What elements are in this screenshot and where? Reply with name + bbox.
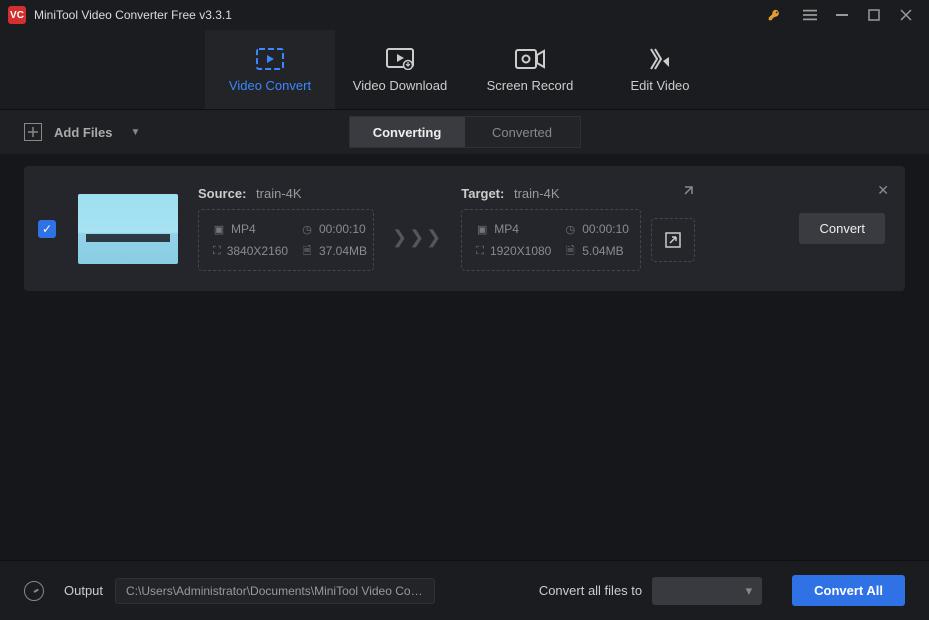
minimize-icon[interactable]: [835, 8, 849, 22]
download-icon: [386, 46, 414, 72]
video-thumbnail[interactable]: [78, 194, 178, 264]
source-duration: 00:00:10: [319, 222, 366, 236]
main-nav: Video Convert Video Download Screen Reco…: [0, 30, 929, 110]
edit-target-button[interactable]: [651, 218, 695, 262]
app-logo: VC: [8, 6, 26, 24]
task-list: ✓ Source: train-4K ▣ MP4 ◷ 00:00:10 ⛶ 3840X…: [0, 154, 929, 548]
convert-icon: [256, 46, 284, 72]
target-name: train-4K: [514, 186, 560, 201]
remove-task-icon[interactable]: ✕: [877, 182, 889, 199]
tab-edit-video[interactable]: Edit Video: [595, 30, 725, 109]
chevron-down-icon: ▾: [746, 583, 753, 599]
task-card: ✓ Source: train-4K ▣ MP4 ◷ 00:00:10 ⛶ 3840X…: [24, 166, 905, 291]
close-icon[interactable]: [899, 8, 913, 22]
edit-video-icon: [647, 46, 673, 72]
app-title: MiniTool Video Converter Free v3.3.1: [34, 8, 767, 22]
menu-icon[interactable]: [803, 8, 817, 22]
tab-screen-record[interactable]: Screen Record: [465, 30, 595, 109]
convert-button[interactable]: Convert: [799, 213, 885, 244]
nav-label: Video Convert: [229, 78, 311, 93]
open-external-icon[interactable]: [682, 184, 695, 197]
convert-all-files-to-label: Convert all files to: [539, 583, 642, 598]
target-details: ▣ MP4 ◷ 00:00:10 ⛶ 1920X1080 🗎 5.04MB: [461, 209, 641, 271]
size-icon: 🗎: [301, 242, 313, 261]
clock-icon: ◷: [564, 223, 576, 236]
plus-icon: [24, 123, 42, 141]
toolbar: Add Files ▼ Converting Converted: [0, 110, 929, 154]
output-path-field[interactable]: C:\Users\Administrator\Documents\MiniToo…: [115, 578, 435, 604]
nav-label: Screen Record: [487, 78, 574, 93]
maximize-icon[interactable]: [867, 8, 881, 22]
schedule-icon[interactable]: [24, 581, 44, 601]
tab-converting[interactable]: Converting: [350, 117, 465, 147]
record-icon: [515, 46, 545, 72]
target-format-select[interactable]: ▾: [652, 577, 762, 605]
tab-converted[interactable]: Converted: [465, 117, 580, 147]
format-icon: ▣: [213, 223, 225, 236]
nav-label: Edit Video: [630, 78, 689, 93]
status-segmented: Converting Converted: [349, 116, 581, 148]
output-label: Output: [64, 583, 103, 598]
nav-label: Video Download: [353, 78, 447, 93]
add-files-label: Add Files: [54, 125, 113, 140]
target-label: Target:: [461, 186, 504, 201]
resolution-icon: ⛶: [476, 245, 484, 258]
tab-video-convert[interactable]: Video Convert: [205, 30, 335, 109]
source-format: MP4: [231, 222, 256, 236]
tab-video-download[interactable]: Video Download: [335, 30, 465, 109]
chevron-down-icon: ▼: [131, 127, 141, 138]
resolution-icon: ⛶: [213, 245, 221, 258]
source-details: ▣ MP4 ◷ 00:00:10 ⛶ 3840X2160 🗎 37.04MB: [198, 209, 374, 271]
target-panel: Target: train-4K ▣ MP4 ◷ 00:00:10 ⛶ 1920X10…: [461, 186, 695, 271]
clock-icon: ◷: [301, 223, 313, 236]
footer-bar: Output C:\Users\Administrator\Documents\…: [0, 560, 929, 620]
source-resolution: 3840X2160: [227, 244, 288, 258]
format-icon: ▣: [476, 223, 488, 236]
titlebar: VC MiniTool Video Converter Free v3.3.1: [0, 0, 929, 30]
target-size: 5.04MB: [582, 244, 623, 258]
size-icon: 🗎: [564, 242, 576, 261]
target-resolution: 1920X1080: [490, 244, 551, 258]
convert-all-button[interactable]: Convert All: [792, 575, 905, 606]
key-icon[interactable]: [767, 8, 781, 22]
arrows-icon: ❯❯❯: [392, 209, 443, 248]
source-label: Source:: [198, 186, 246, 201]
source-size: 37.04MB: [319, 244, 367, 258]
task-checkbox[interactable]: ✓: [38, 220, 56, 238]
source-panel: Source: train-4K ▣ MP4 ◷ 00:00:10 ⛶ 3840X21…: [198, 186, 374, 271]
add-files-button[interactable]: Add Files ▼: [24, 123, 140, 141]
source-name: train-4K: [256, 186, 302, 201]
target-duration: 00:00:10: [582, 222, 629, 236]
target-format: MP4: [494, 222, 519, 236]
